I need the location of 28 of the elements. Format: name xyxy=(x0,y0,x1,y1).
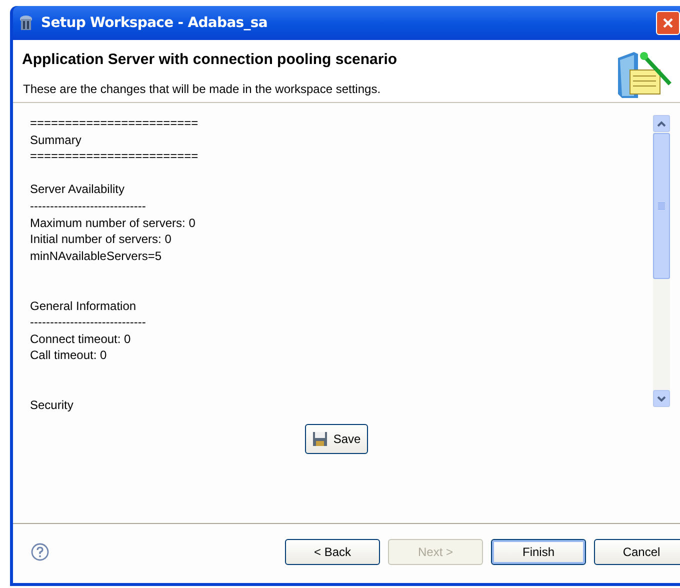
summary-line: Summary xyxy=(30,132,82,148)
summary-line: Initial number of servers: 0 xyxy=(30,231,172,248)
close-button[interactable] xyxy=(656,11,680,35)
header-title: Application Server with connection pooling scenario xyxy=(22,50,398,70)
summary-line: Security xyxy=(30,397,74,414)
scrollbar[interactable] xyxy=(653,115,670,407)
summary-line: ----------------------------- xyxy=(30,314,147,331)
summary-line: Server Availability xyxy=(30,181,126,198)
header-description: These are the changes that will be made in the workspace settings. xyxy=(22,80,382,98)
summary-line: Connect timeout: 0 xyxy=(30,330,132,348)
summary-line: ======================== xyxy=(30,115,200,132)
save-button[interactable]: Save xyxy=(305,424,368,454)
grip-icon xyxy=(658,202,665,210)
close-icon xyxy=(662,17,674,29)
summary-line: Maximum number of servers: 0 xyxy=(30,214,196,232)
summary-line: minNAvailableServers=5 xyxy=(30,248,163,264)
summary-line: ----------------------------- xyxy=(30,198,147,215)
wizard-button[interactable]: Cancel xyxy=(594,538,680,564)
wizard-button[interactable]: Finish xyxy=(491,538,586,564)
scroll-up-button[interactable] xyxy=(653,115,670,132)
scroll-thumb[interactable] xyxy=(653,133,670,279)
window-title: Setup Workspace - Adabas_sa xyxy=(41,14,268,32)
scroll-down-button[interactable] xyxy=(653,390,670,407)
summary-line: Call timeout: 0 xyxy=(30,347,108,364)
summary-line: General Information xyxy=(30,298,138,314)
help-icon[interactable] xyxy=(31,542,49,560)
wizard-button[interactable]: < Back xyxy=(285,538,380,564)
summary-line: ======================== xyxy=(30,148,200,165)
